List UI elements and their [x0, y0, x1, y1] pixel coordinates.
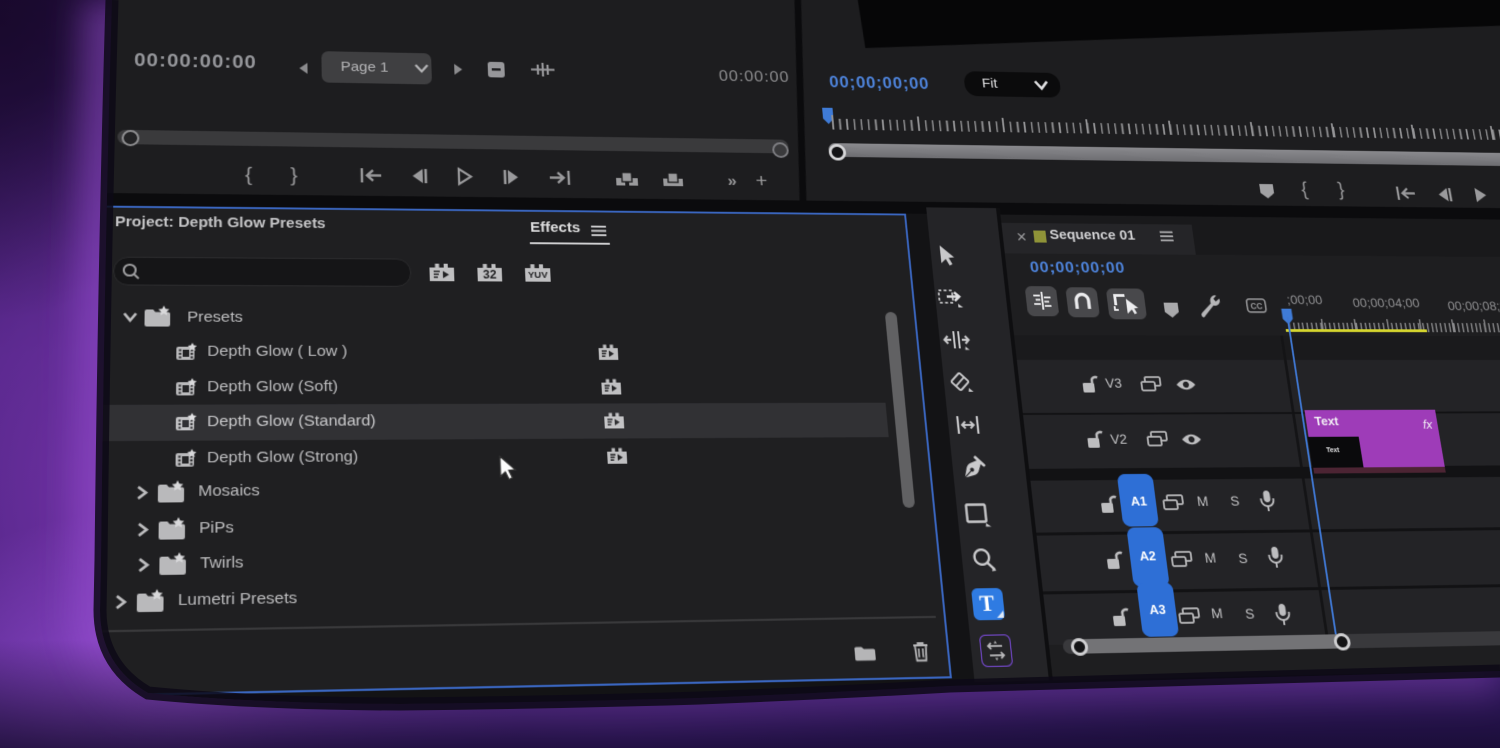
svg-text:YUV: YUV — [528, 270, 549, 280]
svg-text:32: 32 — [483, 268, 498, 282]
svg-text:CC: CC — [1250, 302, 1264, 311]
